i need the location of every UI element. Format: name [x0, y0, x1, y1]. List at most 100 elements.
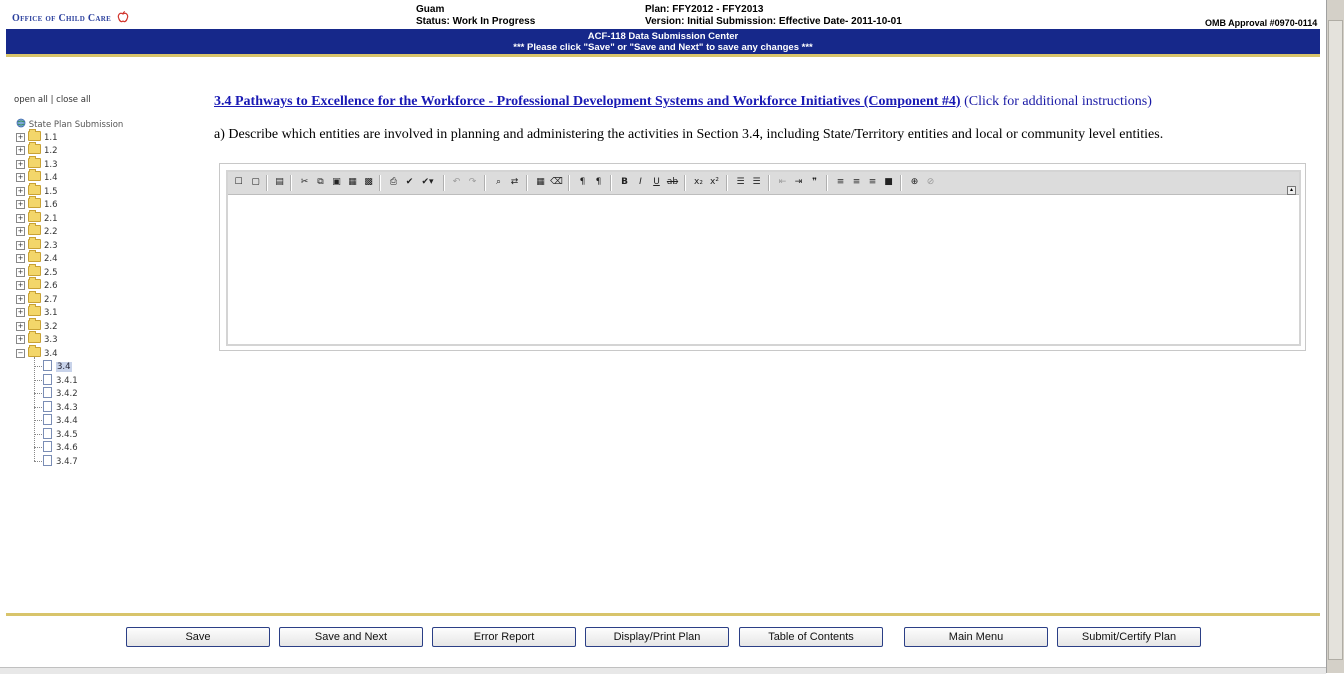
expand-icon[interactable]: + — [16, 241, 25, 250]
align-right-icon[interactable]: ≡ — [866, 176, 879, 189]
tree-item-3-4-5[interactable]: 3.4.5 — [34, 428, 78, 441]
main-menu-button[interactable]: Main Menu — [904, 627, 1048, 647]
editor-text-area[interactable] — [228, 195, 1299, 344]
submit-certify-plan-button[interactable]: Submit/Certify Plan — [1057, 627, 1201, 647]
expand-icon[interactable]: + — [16, 322, 25, 331]
section-title-link[interactable]: 3.4 Pathways to Excellence for the Workf… — [214, 94, 961, 109]
save-and-next-button[interactable]: Save and Next — [279, 627, 423, 647]
tree-item-3-4[interactable]: 3.4 — [34, 360, 72, 373]
tree-folder-1-6[interactable]: +1.6 — [16, 196, 58, 211]
scrollbar-thumb[interactable] — [1328, 20, 1343, 660]
save-button[interactable]: Save — [126, 627, 270, 647]
tree-item-3-4-3[interactable]: 3.4.3 — [34, 401, 78, 414]
expand-icon[interactable]: + — [16, 295, 25, 304]
expand-icon[interactable]: + — [16, 254, 25, 263]
expand-icon[interactable]: + — [16, 227, 25, 236]
expand-icon[interactable]: + — [16, 308, 25, 317]
print-icon[interactable]: ⎙ — [387, 176, 400, 189]
strikethrough-icon[interactable]: ab — [666, 176, 679, 189]
spellcheck-dropdown-icon[interactable]: ✔▾ — [421, 176, 434, 189]
numbered-list-icon[interactable]: ☰ — [734, 176, 747, 189]
page-icon — [43, 455, 52, 466]
preview-icon[interactable]: ▢ — [249, 176, 262, 189]
tree-folder-2-3[interactable]: +2.3 — [16, 237, 58, 252]
expand-icon[interactable]: + — [16, 187, 25, 196]
tree-folder-2-1[interactable]: +2.1 — [16, 210, 58, 225]
select-all-icon[interactable]: ▦ — [534, 176, 547, 189]
tree-item-3-4-7[interactable]: 3.4.7 — [34, 455, 78, 468]
bulleted-list-icon[interactable]: ☰ — [750, 176, 763, 189]
cut-icon[interactable]: ✂ — [298, 176, 311, 189]
tree-item-3-4-2[interactable]: 3.4.2 — [34, 387, 78, 400]
instructions-note[interactable]: (Click for additional instructions) — [964, 94, 1152, 109]
indent-icon[interactable]: ⇥ — [792, 176, 805, 189]
tree-folder-2-6[interactable]: +2.6 — [16, 277, 58, 292]
unlink-icon[interactable]: ⊘ — [924, 176, 937, 189]
paste-text-icon[interactable]: ▦ — [346, 176, 359, 189]
tree-folder-1-3[interactable]: +1.3 — [16, 156, 58, 171]
blockquote-icon[interactable]: ❞ — [808, 176, 821, 189]
expand-icon[interactable]: + — [16, 160, 25, 169]
tree-folder-label: 2.4 — [44, 254, 58, 264]
close-all-link[interactable]: close all — [56, 95, 91, 105]
office-of-child-care-logo[interactable]: Office of Child Care — [12, 11, 129, 24]
collapse-icon[interactable]: − — [16, 349, 25, 358]
collapse-toolbar-icon[interactable]: ▴ — [1287, 186, 1296, 195]
table-of-contents-button[interactable]: Table of Contents — [739, 627, 883, 647]
ltr-icon[interactable]: ¶ — [576, 176, 589, 189]
expand-icon[interactable]: + — [16, 335, 25, 344]
folder-icon — [28, 318, 41, 330]
expand-icon[interactable]: + — [16, 214, 25, 223]
redo-icon[interactable]: ↷ — [466, 176, 479, 189]
expand-icon[interactable]: + — [16, 281, 25, 290]
tree-item-3-4-1[interactable]: 3.4.1 — [34, 374, 78, 387]
tree-branch — [34, 380, 42, 381]
page-frame: Office of Child Care Guam Status: Work I… — [0, 0, 1326, 674]
templates-icon[interactable]: ▤ — [273, 176, 286, 189]
open-all-link[interactable]: open all — [14, 95, 48, 105]
replace-icon[interactable]: ⇄ — [508, 176, 521, 189]
subscript-icon[interactable]: x₂ — [692, 176, 705, 189]
find-icon[interactable]: ⌕ — [492, 176, 505, 189]
tree-folder-1-1[interactable]: +1.1 — [16, 129, 58, 144]
error-report-button[interactable]: Error Report — [432, 627, 576, 647]
link-icon[interactable]: ⊕ — [908, 176, 921, 189]
paste-word-icon[interactable]: ▩ — [362, 176, 375, 189]
folder-icon — [28, 291, 41, 303]
align-center-icon[interactable]: ≡ — [850, 176, 863, 189]
underline-icon[interactable]: U — [650, 176, 663, 189]
tree-item-3-4-4[interactable]: 3.4.4 — [34, 414, 78, 427]
undo-icon[interactable]: ↶ — [450, 176, 463, 189]
spellcheck-icon[interactable]: ✔ — [403, 176, 416, 189]
tree-folder-2-7[interactable]: +2.7 — [16, 291, 58, 306]
tree-folder-2-5[interactable]: +2.5 — [16, 264, 58, 279]
tree-folder-3-1[interactable]: +3.1 — [16, 304, 58, 319]
tree-folder-3-4[interactable]: − 3.4 — [16, 345, 58, 360]
expand-icon[interactable]: + — [16, 173, 25, 182]
expand-icon[interactable]: + — [16, 133, 25, 142]
bold-icon[interactable]: B — [618, 176, 631, 189]
copy-icon[interactable]: ⧉ — [314, 176, 327, 189]
tree-folder-1-5[interactable]: +1.5 — [16, 183, 58, 198]
justify-icon[interactable]: ■ — [882, 176, 895, 189]
align-left-icon[interactable]: ≡ — [834, 176, 847, 189]
tree-folder-3-2[interactable]: +3.2 — [16, 318, 58, 333]
new-document-icon[interactable]: ☐ — [232, 176, 245, 189]
outdent-icon[interactable]: ⇤ — [776, 176, 789, 189]
superscript-icon[interactable]: x² — [708, 176, 721, 189]
expand-icon[interactable]: + — [16, 146, 25, 155]
vertical-scrollbar[interactable] — [1326, 0, 1344, 673]
italic-icon[interactable]: I — [634, 176, 647, 189]
expand-icon[interactable]: + — [16, 200, 25, 209]
tree-item-3-4-6[interactable]: 3.4.6 — [34, 441, 78, 454]
tree-folder-2-2[interactable]: +2.2 — [16, 223, 58, 238]
expand-icon[interactable]: + — [16, 268, 25, 277]
remove-format-icon[interactable]: ⌫ — [550, 176, 563, 189]
tree-folder-2-4[interactable]: +2.4 — [16, 250, 58, 265]
display-print-plan-button[interactable]: Display/Print Plan — [585, 627, 729, 647]
tree-folder-1-4[interactable]: +1.4 — [16, 169, 58, 184]
tree-folder-1-2[interactable]: +1.2 — [16, 142, 58, 157]
tree-folder-3-3[interactable]: +3.3 — [16, 331, 58, 346]
paste-icon[interactable]: ▣ — [330, 176, 343, 189]
rtl-icon[interactable]: ¶ — [592, 176, 605, 189]
